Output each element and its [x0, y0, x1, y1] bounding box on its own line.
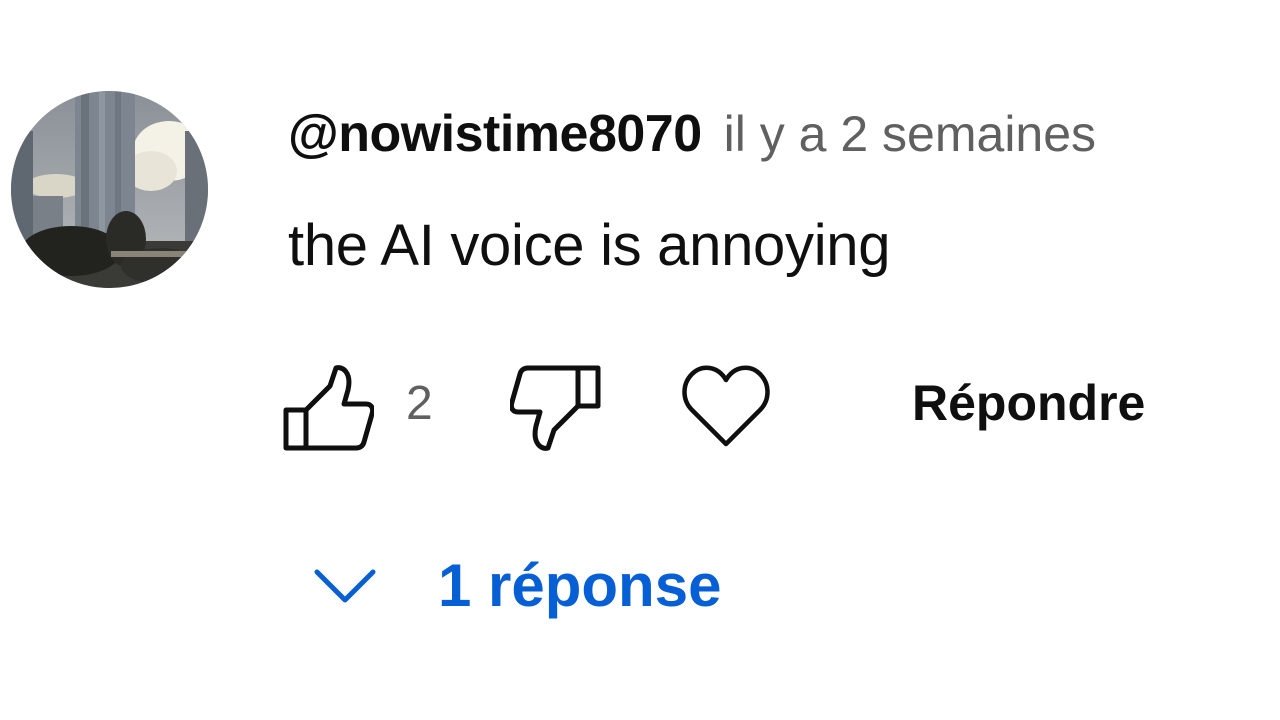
reply-button[interactable]: Répondre	[912, 374, 1145, 432]
view-replies-button[interactable]: 1 réponse	[300, 540, 721, 630]
comment-actions: 2 Répondre	[280, 360, 1240, 452]
thumbs-up-icon	[283, 365, 374, 451]
dislike-button[interactable]	[508, 360, 604, 452]
comment-text: the AI voice is annoying	[288, 213, 891, 278]
comment-header: @nowistime8070 il y a 2 semaines	[288, 104, 1096, 170]
comment-timestamp[interactable]: il y a 2 semaines	[724, 105, 1096, 163]
replies-count-label: 1 réponse	[438, 551, 722, 619]
heart-button[interactable]	[678, 360, 774, 452]
avatar[interactable]	[11, 91, 208, 288]
avatar-photo	[11, 91, 208, 288]
comment-thread: @nowistime8070 il y a 2 semaines the AI …	[0, 0, 1280, 720]
chevron-down-icon	[300, 540, 390, 630]
heart-icon	[682, 365, 770, 447]
author-name[interactable]: @nowistime8070	[288, 104, 702, 164]
like-button[interactable]	[280, 360, 376, 452]
thumbs-down-icon	[510, 365, 601, 451]
like-count: 2	[406, 377, 433, 430]
